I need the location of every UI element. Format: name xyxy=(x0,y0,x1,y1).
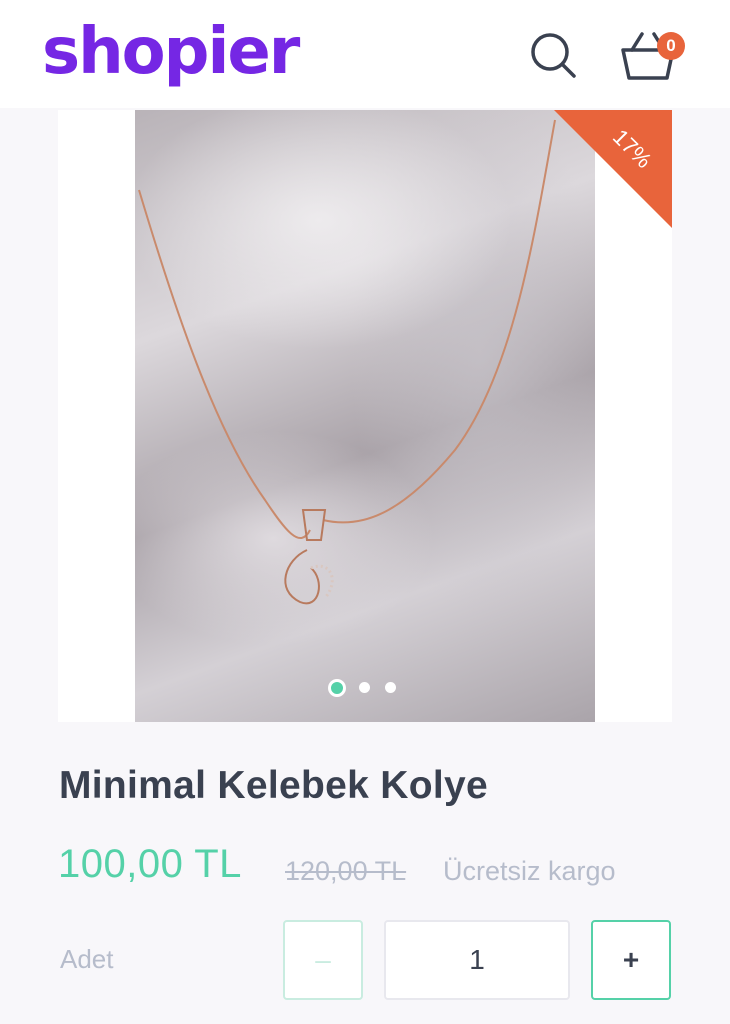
product-title: Minimal Kelebek Kolye xyxy=(59,764,488,807)
product-image-gallery[interactable]: 17% xyxy=(58,110,672,722)
quantity-input[interactable] xyxy=(384,920,570,1000)
gallery-dot-2[interactable] xyxy=(359,682,370,693)
gallery-dot-1[interactable] xyxy=(328,679,346,697)
discount-badge: 17% xyxy=(554,110,672,228)
old-price: 120,00 TL xyxy=(285,856,407,886)
quantity-decrease-button[interactable]: – xyxy=(283,920,363,1000)
gallery-pagination xyxy=(328,678,408,698)
header: shopier 0 xyxy=(0,0,730,108)
cart-count-badge: 0 xyxy=(657,32,685,60)
shopier-logo[interactable]: shopier xyxy=(42,10,300,94)
necklace-illustration xyxy=(138,119,556,605)
free-shipping-label: Ücretsiz kargo xyxy=(443,856,616,886)
search-icon xyxy=(531,33,576,78)
cart-button[interactable]: 0 xyxy=(618,30,686,84)
product-photo xyxy=(135,110,595,722)
gallery-dot-3[interactable] xyxy=(385,682,396,693)
search-button[interactable] xyxy=(528,30,578,80)
current-price: 100,00 TL xyxy=(58,842,242,886)
quantity-label: Adet xyxy=(60,944,114,974)
quantity-increase-button[interactable]: + xyxy=(591,920,671,1000)
